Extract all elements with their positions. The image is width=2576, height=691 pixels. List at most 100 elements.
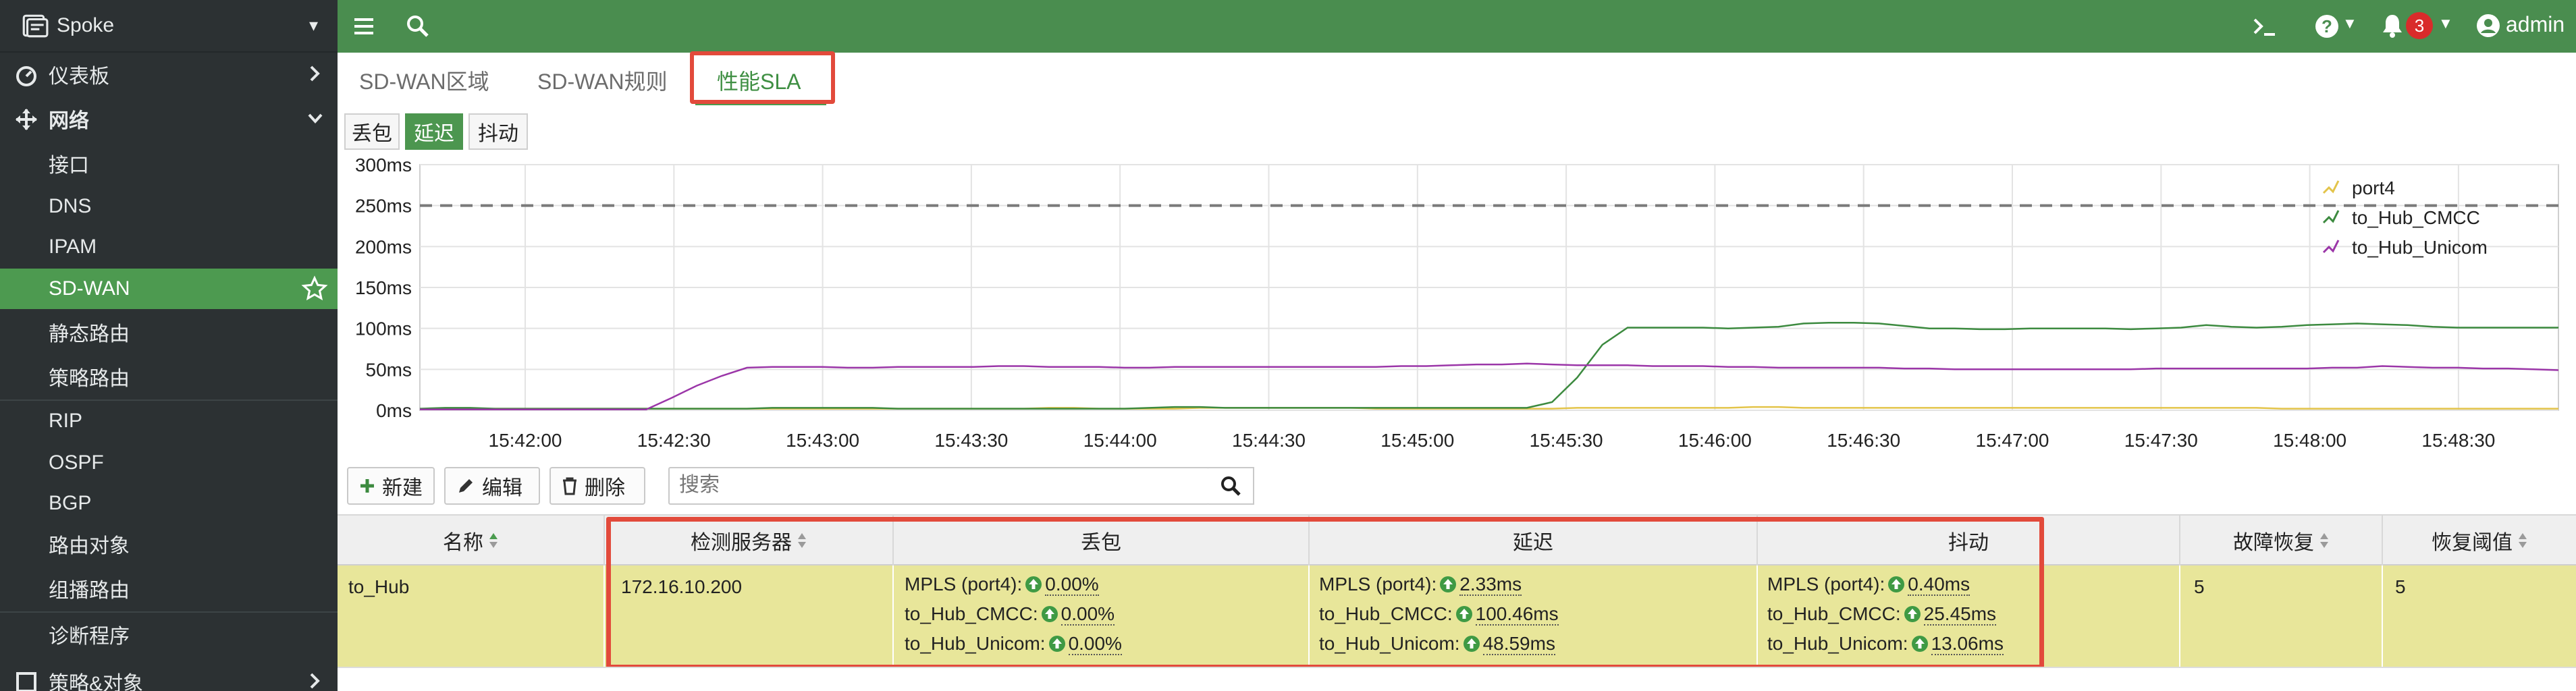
svg-text:?: ?: [2322, 16, 2332, 36]
network-move-icon: [16, 109, 37, 130]
delete-button[interactable]: 删除: [549, 467, 645, 505]
sidebar-item-sdwan[interactable]: SD-WAN: [0, 269, 338, 309]
failover-value: 5: [2194, 576, 2205, 597]
metric-toggle-jitter[interactable]: 抖动: [468, 113, 528, 150]
table-search-box: [668, 467, 1210, 505]
y-tick-label: 150ms: [355, 277, 412, 298]
sort-icon: [2519, 533, 2527, 548]
annotation-highlight-box: [606, 517, 2044, 669]
device-name: Spoke: [57, 14, 115, 36]
search-icon: [1221, 476, 1241, 496]
y-tick-label: 0ms: [376, 400, 412, 421]
sidebar-item-bgp[interactable]: BGP: [0, 483, 338, 524]
dashboard-icon: [16, 66, 36, 86]
header-label: 恢复阈值: [2432, 532, 2513, 554]
column-header-failover[interactable]: 故障恢复: [2180, 516, 2383, 565]
metric-toggle-packet-loss[interactable]: 丢包: [344, 113, 400, 150]
new-button[interactable]: 新建: [347, 467, 435, 505]
chevron-right-icon: [310, 65, 320, 82]
user-avatar-icon[interactable]: [2476, 13, 2500, 38]
sidebar-item-label: OSPF: [49, 451, 104, 474]
help-icon[interactable]: ?: [2314, 13, 2340, 39]
y-tick-label: 100ms: [355, 319, 412, 339]
sidebar-item-label: 路由对象: [49, 535, 130, 557]
caret-down-icon: ▾: [309, 15, 319, 35]
x-tick-label: 15:44:00: [1083, 430, 1157, 451]
y-tick-label: 300ms: [355, 155, 412, 175]
tab-sdwan-rules[interactable]: SD-WAN规则: [537, 65, 668, 96]
tab-sdwan-zones[interactable]: SD-WAN区域: [359, 65, 489, 96]
table-footer-area: [338, 667, 2576, 691]
device-selector[interactable]: Spoke ▾: [0, 0, 338, 53]
sidebar-item-label: 诊断程序: [49, 626, 130, 648]
sidebar-item-network[interactable]: 网络: [0, 99, 338, 139]
chevron-right-icon: [310, 673, 320, 689]
sidebar-item-label: 静态路由: [49, 323, 130, 346]
delete-button-label: 删除: [585, 477, 625, 499]
sla-latency-chart: 300ms 250ms 200ms 150ms 100ms 50ms 0ms 15:42:00…: [355, 155, 2559, 451]
sidebar-item-multicast[interactable]: 组播路由: [0, 568, 338, 609]
edit-button-label: 编辑: [482, 477, 522, 499]
sidebar-item-label: 仪表板: [49, 65, 109, 88]
x-tick-label: 15:48:30: [2421, 430, 2495, 451]
sidebar-item-static-routes[interactable]: 静态路由: [0, 312, 338, 352]
cell-name: to_Hub: [338, 565, 605, 667]
bell-notifications-icon[interactable]: [2380, 12, 2405, 39]
policy-icon: [16, 672, 36, 691]
x-tick-label: 15:42:30: [637, 430, 711, 451]
caret-down-icon: ▼: [2438, 15, 2453, 32]
sidebar-item-diagnostics[interactable]: 诊断程序: [0, 614, 338, 655]
sidebar-divider: [0, 611, 338, 613]
x-tick-label: 15:47:30: [2124, 430, 2198, 451]
cli-console-icon[interactable]: [2252, 15, 2278, 38]
sidebar-item-policy-objects[interactable]: 策略&对象: [0, 661, 338, 691]
sidebar-item-routing-objects[interactable]: 路由对象: [0, 524, 338, 564]
column-header-name[interactable]: 名称: [338, 516, 605, 565]
x-tick-label: 15:45:30: [1530, 430, 1603, 451]
header-label: 名称: [443, 532, 483, 554]
sidebar-item-policy-routes[interactable]: 策略路由: [0, 356, 338, 397]
sort-icon: [2320, 533, 2328, 548]
x-tick-label: 15:45:00: [1380, 430, 1454, 451]
notification-count-badge: 3: [2406, 12, 2433, 39]
toggle-label: 丢包: [352, 123, 392, 145]
x-tick-label: 15:43:30: [934, 430, 1008, 451]
favorite-star-icon[interactable]: [301, 275, 328, 302]
trash-icon: [563, 477, 576, 495]
search-submit-button[interactable]: [1208, 467, 1254, 505]
x-tick-label: 15:43:00: [786, 430, 859, 451]
tab-label: SD-WAN区域: [359, 70, 489, 94]
sidebar-item-dns[interactable]: DNS: [0, 186, 338, 227]
sla-name: to_Hub: [348, 576, 410, 597]
sidebar-item-interfaces[interactable]: 接口: [0, 143, 338, 184]
hamburger-menu-icon[interactable]: [352, 15, 375, 38]
sidebar-item-ipam[interactable]: IPAM: [0, 227, 338, 267]
sidebar-item-label: 策略&对象: [49, 673, 144, 691]
admin-username[interactable]: admin: [2506, 12, 2565, 37]
sidebar-item-dashboard[interactable]: 仪表板: [0, 54, 338, 94]
cell-restore-threshold: 5: [2383, 565, 2576, 667]
restore-threshold-value: 5: [2395, 576, 2406, 597]
legend-label: to_Hub_CMCC: [2352, 207, 2480, 228]
sidebar-item-rip[interactable]: RIP: [0, 401, 338, 441]
header-label: 故障恢复: [2233, 532, 2314, 554]
sidebar-item-label: RIP: [49, 410, 83, 432]
table-search-input[interactable]: [670, 468, 1156, 502]
sidebar-item-label: DNS: [49, 195, 92, 217]
sidebar-item-label: BGP: [49, 492, 92, 514]
sidebar-item-ospf[interactable]: OSPF: [0, 443, 338, 483]
x-tick-label: 15:48:00: [2273, 430, 2346, 451]
sidebar-item-label: 策略路由: [49, 368, 130, 390]
sidebar-item-label: 网络: [49, 110, 89, 132]
metric-toggle-latency[interactable]: 延迟: [405, 113, 463, 150]
annotation-highlight-box: [690, 51, 835, 104]
sidebar-item-label: SD-WAN: [49, 277, 130, 300]
search-icon[interactable]: [405, 13, 429, 38]
column-header-restore-threshold[interactable]: 恢复阈值: [2383, 516, 2576, 565]
top-bar: ? ▼ 3 ▼ admin: [338, 0, 2576, 53]
chevron-down-icon: [308, 113, 323, 123]
y-tick-label: 250ms: [355, 196, 412, 217]
device-logo-icon: [22, 14, 49, 38]
pencil-icon: [459, 479, 473, 493]
edit-button[interactable]: 编辑: [444, 467, 540, 505]
